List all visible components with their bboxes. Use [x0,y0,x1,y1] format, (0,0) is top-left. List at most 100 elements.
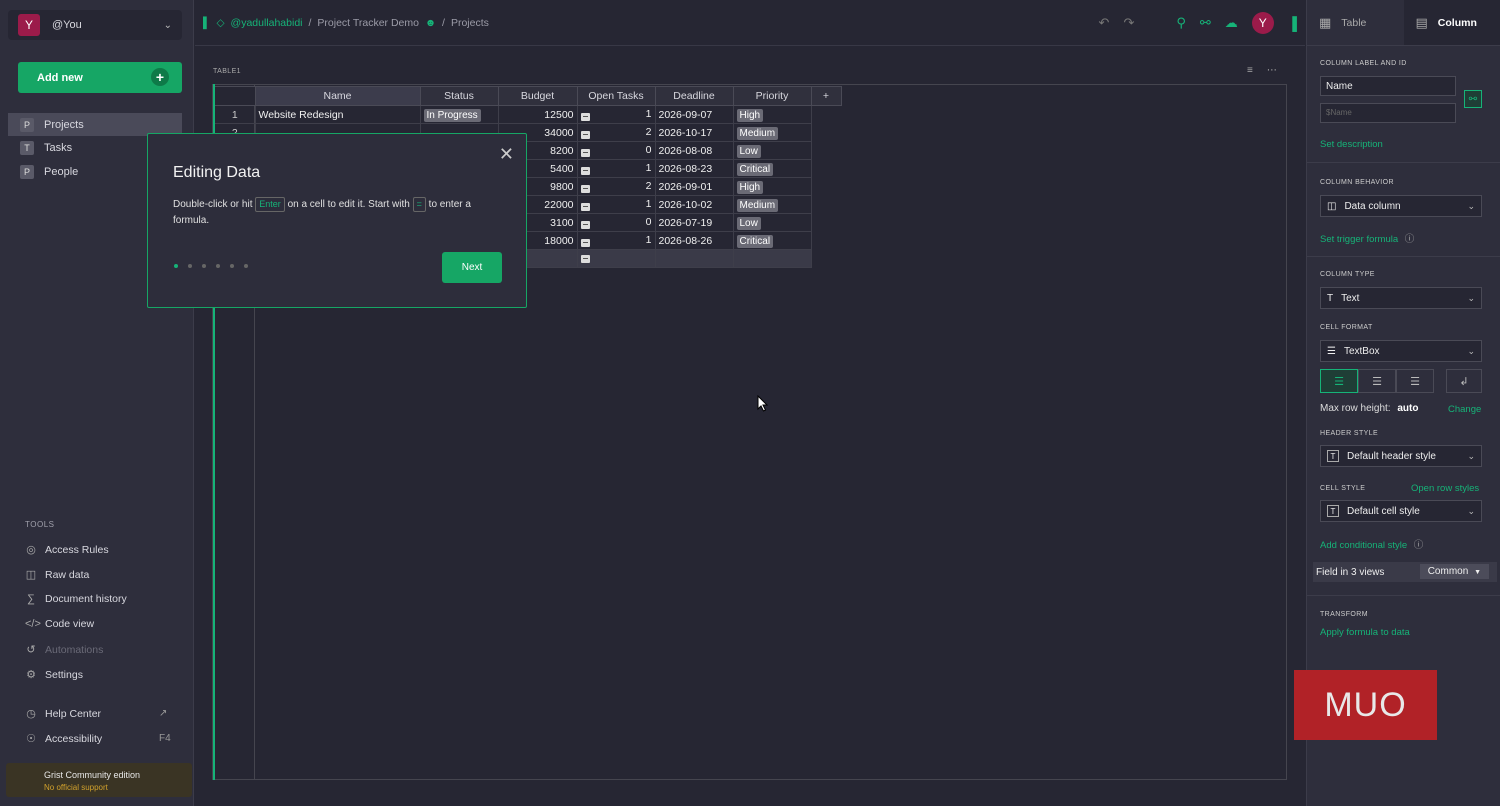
undo-icon[interactable]: ↶ [1099,15,1110,31]
reference-list-icon [580,185,590,193]
tool-access-rules[interactable]: ◎ Access Rules [25,543,108,557]
tool-settings[interactable]: ⚙ Settings [25,668,83,682]
column-id-input[interactable]: $Name [1320,103,1456,123]
cell-open-tasks[interactable]: 2 [576,177,656,196]
tool-automations[interactable]: ↺ Automations [25,643,103,657]
add-conditional-style-link[interactable]: Add conditional style ⓘ [1320,537,1423,551]
new-row-cell[interactable] [654,249,734,268]
shield-icon: ◎ [26,544,36,556]
breadcrumb-owner[interactable]: @yadullahabidi [231,17,303,29]
change-row-height-link[interactable]: Change [1448,404,1481,415]
share-icon[interactable]: ⚯ [1200,15,1211,31]
user-avatar[interactable]: Y [1251,12,1274,34]
add-new-button[interactable]: Add new + [18,62,182,93]
cell-status[interactable]: In Progress [419,105,499,124]
alignment-buttons: ☰ ☰ ☰ [1320,369,1434,393]
cell-deadline[interactable]: 2026-09-07 [654,105,734,124]
cell-priority[interactable]: High [732,177,812,196]
help-icon: ⓘ [1413,540,1424,551]
panel-toggle-icon[interactable]: ▌ [203,17,210,29]
cell-priority[interactable]: Critical [732,159,812,178]
link-icon[interactable]: ⚯ [1464,90,1482,108]
progress-dot [230,264,234,268]
breadcrumb: ▌ ◇ @yadullahabidi / Project Tracker Dem… [203,17,489,29]
column-header-budget[interactable]: Budget [497,86,578,106]
corner-cell[interactable] [215,86,256,106]
community-edition-banner[interactable]: Grist Community edition No official supp… [6,763,192,797]
cell-open-tasks[interactable]: 1 [576,195,656,214]
open-row-styles-link[interactable]: Open row styles [1411,483,1479,494]
row-number[interactable]: 1 [215,105,256,124]
org-name: @You [52,19,82,31]
next-button[interactable]: Next [442,252,502,283]
column-behavior-select[interactable]: ◫ Data column ⌄ [1320,195,1482,217]
cell-deadline[interactable]: 2026-08-26 [654,231,734,250]
notifications-icon[interactable]: ☁ [1225,15,1238,31]
cell-priority[interactable]: Critical [732,231,812,250]
more-options-icon[interactable]: ⋯ [1267,65,1277,76]
cell-priority[interactable]: Medium [732,195,812,214]
select-value: TextBox [1343,345,1380,357]
column-type-select[interactable]: T Text ⌄ [1320,287,1482,309]
close-icon[interactable]: ✕ [499,144,514,165]
align-center-button[interactable]: ☰ [1358,369,1396,393]
column-header-priority[interactable]: Priority [732,86,812,106]
cell-name[interactable]: Website Redesign [254,105,421,124]
reference-list-icon [580,254,590,263]
tool-code-view[interactable]: </> Code view [25,618,94,630]
cell-style-select[interactable]: T Default cell style ⌄ [1320,500,1482,522]
cell-budget[interactable]: 12500 [497,105,578,124]
progress-dot [216,264,220,268]
add-column-button[interactable]: + [810,86,842,106]
priority-pill: Low [736,216,761,230]
cell-open-tasks[interactable]: 0 [576,141,656,160]
align-right-button[interactable]: ☰ [1396,369,1434,393]
search-icon[interactable]: ⚲ [1176,15,1186,31]
new-row-cell[interactable] [576,249,656,268]
cell-priority[interactable]: Low [732,141,812,160]
sort-filter-icon[interactable]: ≡ [1247,65,1253,76]
apply-formula-link[interactable]: Apply formula to data [1320,627,1410,638]
new-row-cell[interactable] [732,249,812,268]
column-header-status[interactable]: Status [419,86,499,106]
org-switcher[interactable]: Y @You ⌄ [8,10,182,40]
set-trigger-formula-link[interactable]: Set trigger formula ⓘ [1320,231,1414,245]
cell-deadline[interactable]: 2026-10-02 [654,195,734,214]
cell-open-tasks[interactable]: 0 [576,213,656,232]
cell-open-tasks[interactable]: 1 [576,231,656,250]
breadcrumb-document[interactable]: Project Tracker Demo [317,17,419,29]
redo-icon[interactable]: ↷ [1123,15,1134,31]
common-settings-select[interactable]: Common ▼ [1419,564,1489,579]
left-sidebar: Y @You ⌄ Add new + P Projects T Tasks P … [0,0,194,806]
column-header-name[interactable]: Name [254,86,421,106]
table-row[interactable]: 1 Website Redesign In Progress 12500 1 2026-0… [215,105,841,124]
header-style-select[interactable]: T Default header style ⌄ [1320,445,1482,467]
align-left-button[interactable]: ☰ [1320,369,1358,393]
help-center-link[interactable]: ◷ Help Center ↗ [25,707,167,721]
column-header-open-tasks[interactable]: Open Tasks [576,86,656,106]
cell-open-tasks[interactable]: 1 [576,159,656,178]
right-panel-toggle-icon[interactable]: ▐ [1288,16,1297,31]
cell-deadline[interactable]: 2026-08-23 [654,159,734,178]
set-description-link[interactable]: Set description [1320,139,1383,150]
accessibility-link[interactable]: ☉ Accessibility F4 [25,732,171,746]
cell-format-select[interactable]: ☰ TextBox ⌄ [1320,340,1482,362]
cell-deadline[interactable]: 2026-08-08 [654,141,734,160]
tab-table[interactable]: ▦ Table [1307,0,1404,45]
column-header-deadline[interactable]: Deadline [654,86,734,106]
accessibility-icon: ☉ [26,733,36,745]
cell-deadline[interactable]: 2026-07-19 [654,213,734,232]
cell-priority[interactable]: Medium [732,123,812,142]
cell-deadline[interactable]: 2026-10-17 [654,123,734,142]
tab-column[interactable]: ▤ Column [1403,0,1500,45]
column-label-input[interactable]: Name [1320,76,1456,96]
cell-priority[interactable]: High [732,105,812,124]
cell-deadline[interactable]: 2026-09-01 [654,177,734,196]
tool-raw-data[interactable]: ◫ Raw data [25,568,90,582]
wrap-text-button[interactable]: ↲ [1446,369,1482,393]
cell-open-tasks[interactable]: 2 [576,123,656,142]
tour-popup: Editing Data ✕ Double-click or hit Enter… [147,133,527,308]
cell-priority[interactable]: Low [732,213,812,232]
tool-document-history[interactable]: ∑ Document history [25,593,127,605]
cell-open-tasks[interactable]: 1 [576,105,656,124]
